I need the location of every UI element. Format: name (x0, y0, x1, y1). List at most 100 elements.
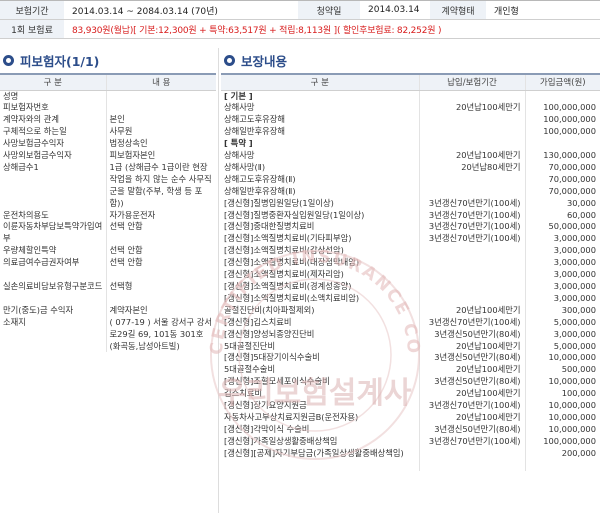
period-value: 2014.03.14 ~ 2084.03.14 (70년) (72, 6, 218, 17)
table-row: 성명 (0, 90, 216, 103)
table-row: [갱신형]조혈모세포이식수술비 3년갱신50년만기(80세) 10,000,000 (221, 376, 600, 389)
insured-value: 계약자본인 (109, 304, 148, 315)
coverage-item-name: [갱신형]소액질병치료비(경계성종양) (221, 281, 420, 293)
coverage-item-name: [갱신형]조혈모세포이식수술비 (221, 376, 420, 389)
coverage-item-name: [갱신형]깁스치료비 (221, 316, 420, 329)
coverage-item-name: [갱신형]각막이식 수술비 (221, 423, 420, 436)
table-row: 사망보험금수익자 법정상속인 (0, 138, 216, 151)
table-row: 구체적으로 하는일 사무원 (0, 126, 216, 139)
coverage-item-amount: 3,000,000 (553, 269, 596, 280)
insured-key: 계약자와의 관계 (0, 114, 107, 127)
table-row: 자동차사고부상치료지원금B(운전자용) 20년납100세만기 10,000,000 (221, 411, 600, 424)
table-row: [갱신형]소액질병치료비(제자리암) 3,000,000 (221, 269, 600, 281)
table-row: 상해일반후유장해(Ⅱ) 70,000,000 (221, 185, 600, 198)
table-row: 계약자와의 관계 본인 (0, 114, 216, 127)
coverage-item-amount: 3,000,000 (553, 328, 596, 339)
coverage-item-amount: 100,000,000 (543, 114, 596, 125)
coverage-table: 구 분 납입/보험기간 가입금액(원) [ 기본 ] 상해사망 20년납100세만기… (221, 73, 600, 472)
table-row: 골절진단비(치아파절제외) 20년납100세만기 300,000 (221, 304, 600, 317)
table-row: 상해사망(Ⅱ) 20년납80세만기 70,000,000 (221, 161, 600, 174)
coverage-item-amount: 10,000,000 (548, 400, 596, 411)
insured-key: 소재지 (0, 316, 107, 353)
table-row: 이륜자동차부담보특약가입여부 선택 안함 (0, 221, 216, 246)
coverage-item-amount: 10,000,000 (548, 411, 596, 422)
coverage-item-period (419, 269, 526, 281)
table-row: 상해급수1 1급 (상해급수 1급이란 현장 작업을 하지 않는 순수 사무직군을… (0, 161, 216, 210)
coverage-item-amount: 500,000 (561, 364, 596, 375)
insured-key: 상해급수1 (0, 161, 107, 210)
table-row: [갱신형]소액질병치료비(소액치료비암) 3,000,000 (221, 292, 600, 305)
coverage-item-amount: 50,000,000 (548, 221, 596, 232)
coverage-item-period: 3년갱신50년만기(80세) (419, 352, 526, 365)
table-row: 5대골절진단비 20년납100세만기 5,000,000 (221, 340, 600, 353)
insured-value (106, 90, 216, 102)
coverage-item-amount: 3,000,000 (553, 257, 596, 268)
coverage-item-name: [갱신형][공제]자기부담금(가족일상생활중배상책임) (221, 447, 420, 472)
table-row: [갱신형]중대한질병치료비 3년갱신70년만기(100세) 50,000,000 (221, 221, 600, 234)
coverage-item-name: 상해일반후유장해 (221, 126, 420, 139)
table-row: [갱신형]5대장기이식수술비 3년갱신50년만기(80세) 10,000,000 (221, 352, 600, 365)
coverage-item-amount: 10,000,000 (548, 376, 596, 387)
coverage-item-name: 자동차사고부상치료지원금B(운전자용) (221, 411, 420, 424)
table-row: 상해고도후유장해 100,000,000 (221, 114, 600, 127)
coverage-item-period: 20년납100세만기 (419, 150, 526, 162)
table-row: [ 특약 ] (221, 138, 600, 151)
coverage-item-period: 20년납80세만기 (419, 161, 526, 174)
insured-table-header: 구 분 내 용 (0, 73, 216, 91)
coverage-item-period (419, 292, 526, 305)
table-row: 사망외보험금수익자 피보험자본인 (0, 150, 216, 162)
coverage-item-amount: 5,000,000 (553, 340, 596, 351)
coverage-col-period: 납입/보험기간 (419, 73, 526, 91)
insured-col-category: 구 분 (0, 73, 107, 91)
coverage-item-period: 20년납100세만기 (419, 102, 526, 115)
coverage-col-amount: 가입금액(원) (525, 73, 600, 91)
insured-key: 의료급여수급권자여부 (0, 257, 107, 281)
coverage-item-amount: 100,000 (561, 388, 596, 399)
coverage-col-category: 구 분 (221, 73, 420, 91)
coverage-item-period: 3년갱신70년만기(100세) (419, 221, 526, 234)
column-divider (218, 48, 219, 513)
insured-value: 본인 (109, 114, 125, 125)
insured-value: 피보험자본인 (109, 150, 156, 161)
coverage-item-period (419, 245, 526, 258)
coverage-item-amount: 70,000,000 (548, 161, 596, 172)
coverage-item-name: 골절진단비(치아파절제외) (221, 304, 420, 317)
insured-col-content: 내 용 (106, 73, 216, 91)
coverage-item-amount: 10,000,000 (548, 423, 596, 434)
coverage-item-name: [갱신형]소액질병치료비(제자리암) (221, 269, 420, 281)
coverage-item-name: 상해일반후유장해(Ⅱ) (221, 185, 420, 198)
table-row: [갱신형]양성뇌종양진단비 3년갱신50년만기(80세) 3,000,000 (221, 328, 600, 341)
insured-key: 실손의료비담보유형구분코드 (0, 280, 107, 305)
table-row: 상해사망 20년납100세만기 100,000,000 (221, 102, 600, 115)
table-row: 상해고도후유장해(Ⅱ) 70,000,000 (221, 173, 600, 186)
coverage-item-name: [갱신형]소액질병치료비(기타피부암) (221, 233, 420, 246)
table-row: 소재지( 077-19 ) 서울 강서구 강서로29길 69, 101동 301… (0, 316, 216, 353)
contract-type-value: 개인형 (494, 6, 519, 17)
table-row: [갱신형]소액질병치료비(갑상선암) 3,000,000 (221, 245, 600, 258)
coverage-item-name: 5대골절수술비 (221, 364, 420, 377)
coverage-item-name: 상해사망(Ⅱ) (221, 161, 420, 174)
coverage-item-period: 3년갱신70년만기(100세) (419, 233, 526, 246)
coverage-item-amount: 70,000,000 (548, 185, 596, 196)
table-row: 의료급여수급권자여부 선택 안함 (0, 257, 216, 281)
coverage-item-period: 20년납100세만기 (419, 388, 526, 401)
coverage-item-period (419, 90, 526, 103)
coverage-item-period: 3년갱신70년만기(100세) (419, 197, 526, 210)
summary-row-premium: 1회 보험료 83,930원(월납)[ 기본:12,300원 + 특약:63,5… (0, 20, 600, 39)
coverage-item-amount: 3,000,000 (553, 245, 596, 256)
coverage-item-period: 3년갱신50년만기(80세) (419, 328, 526, 341)
insured-title-text: 피보험자(1/1) (20, 54, 100, 69)
signup-value: 2014.03.14 (368, 5, 420, 15)
table-row: 5대골절수술비 20년납100세만기 500,000 (221, 364, 600, 377)
insured-value: 자가용운전자 (109, 209, 156, 220)
coverage-item-name: 상해고도후유장해 (221, 114, 420, 127)
coverage-item-amount: 3,000,000 (553, 281, 596, 291)
coverage-item-amount: 30,000 (566, 197, 596, 208)
table-row: 상해사망 20년납100세만기 130,000,000 (221, 150, 600, 162)
coverage-item-amount: 5,000,000 (553, 316, 596, 327)
coverage-item-amount (525, 138, 600, 150)
table-row: [갱신형]각막이식 수술비 3년갱신50년만기(80세) 10,000,000 (221, 423, 600, 436)
coverage-item-period (419, 281, 526, 293)
summary-row-period: 보험기간 2014.03.14 ~ 2084.03.14 (70년) 청약일 2… (0, 1, 600, 20)
insured-value: ( 077-19 ) 서울 강서구 강서로29길 69, 101동 301호 (… (109, 316, 212, 351)
